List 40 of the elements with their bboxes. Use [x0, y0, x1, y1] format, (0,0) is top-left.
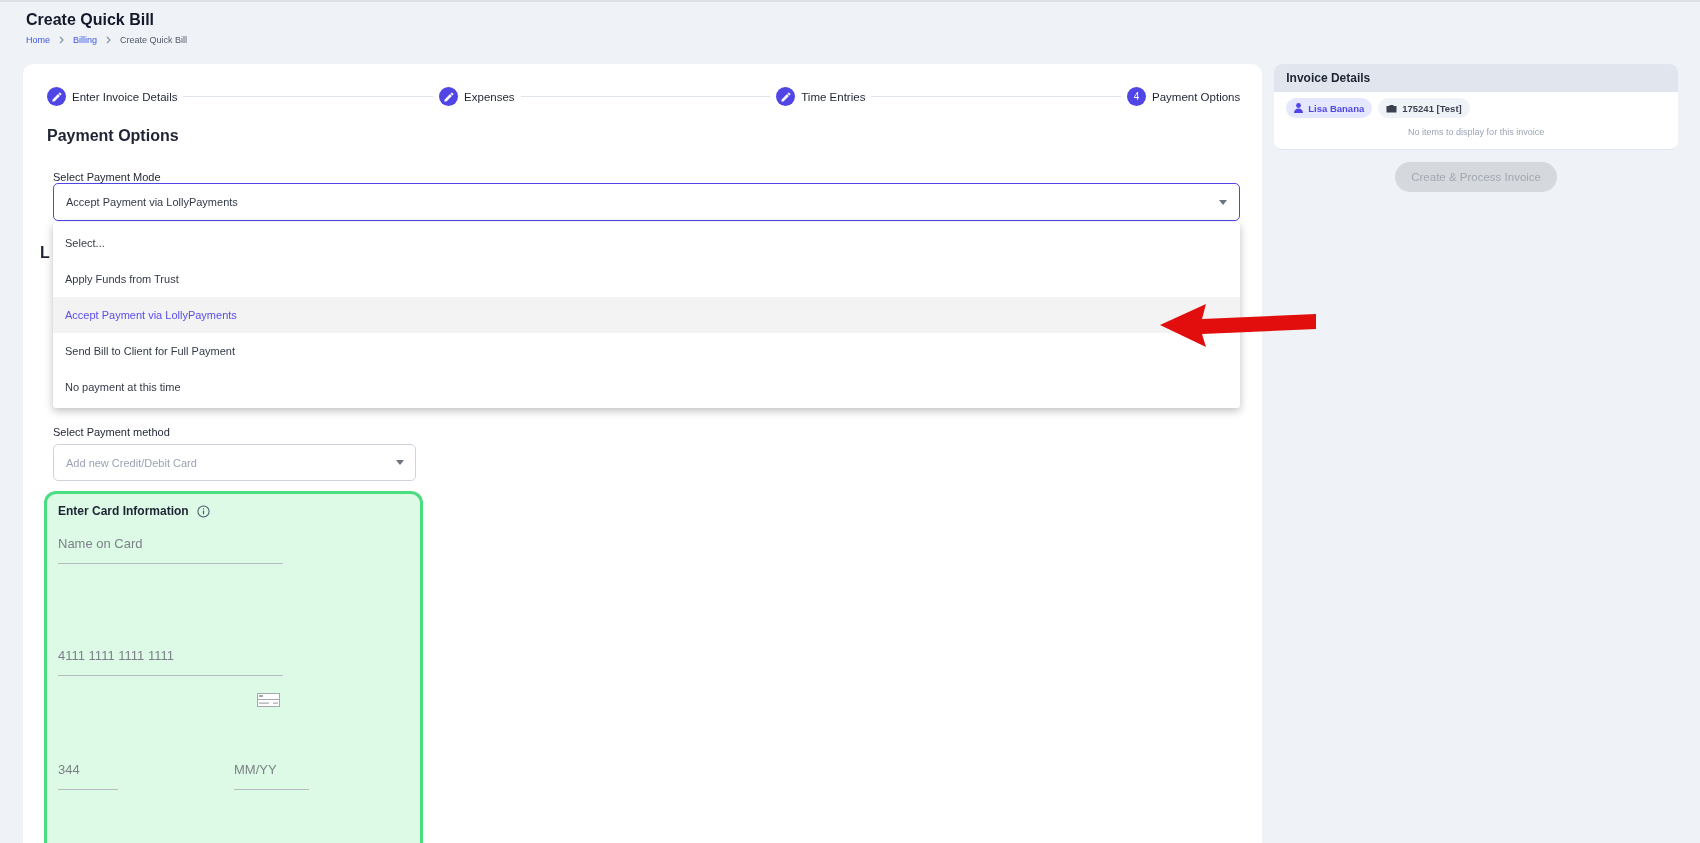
- dropdown-option[interactable]: No payment at this time: [53, 369, 1241, 405]
- pencil-icon: [439, 87, 459, 106]
- panel-header: Invoice Details: [1274, 64, 1678, 92]
- step-label: Payment Options: [1152, 90, 1241, 103]
- caret-icon: [396, 460, 404, 465]
- payment-mode-select[interactable]: Accept Payment via LollyPayments: [53, 183, 1241, 221]
- empty-message: No items to display for this invoice: [1407, 126, 1546, 139]
- input-field[interactable]: Name on Card: [58, 536, 283, 564]
- breadcrumb-current: Create Quick Bill: [120, 35, 188, 45]
- chevron-icon: [106, 36, 112, 44]
- section-heading: Payment Options: [47, 127, 180, 145]
- step-number: 4: [1127, 87, 1147, 106]
- payment-method-select[interactable]: Add new Credit/Debit Card: [53, 444, 416, 481]
- card-section-title: Enter Card Information: [58, 504, 189, 518]
- breadcrumb-link[interactable]: Home: [26, 35, 50, 45]
- dropdown-option[interactable]: Accept Payment via LollyPayments: [53, 297, 1241, 333]
- client-tag: Lisa Banana: [1286, 98, 1373, 118]
- dropdown-option[interactable]: Apply Funds from Trust: [53, 261, 1241, 297]
- briefcase-icon: [1386, 103, 1398, 113]
- chevron-icon: [59, 36, 64, 44]
- info-icon: [196, 504, 210, 518]
- pencil-icon: [47, 87, 66, 106]
- step-label: Time Entries: [801, 90, 866, 103]
- dropdown-option[interactable]: Select...: [53, 225, 1241, 261]
- section-heading: L: [40, 244, 50, 262]
- matter-tag: 175241 [Test]: [1378, 98, 1470, 118]
- breadcrumb-link[interactable]: Billing: [73, 35, 98, 45]
- step-label: Enter Invoice Details: [72, 90, 178, 103]
- caret-icon: [1219, 199, 1228, 205]
- person-icon: [1294, 103, 1304, 113]
- credit-card-icon: [257, 693, 280, 707]
- input-field[interactable]: MM/YY: [234, 762, 309, 790]
- input-field[interactable]: 4111 1111 1111 1111: [58, 648, 283, 676]
- dropdown-option[interactable]: Send Bill to Client for Full Payment: [53, 333, 1241, 369]
- step-label: Expenses: [464, 90, 515, 103]
- pencil-icon: [776, 87, 796, 106]
- field-label: Select Payment Mode: [53, 171, 162, 183]
- input-field[interactable]: 344: [58, 762, 118, 790]
- page-title: Create Quick Bill: [26, 11, 156, 29]
- field-label: Select Payment method: [53, 426, 171, 438]
